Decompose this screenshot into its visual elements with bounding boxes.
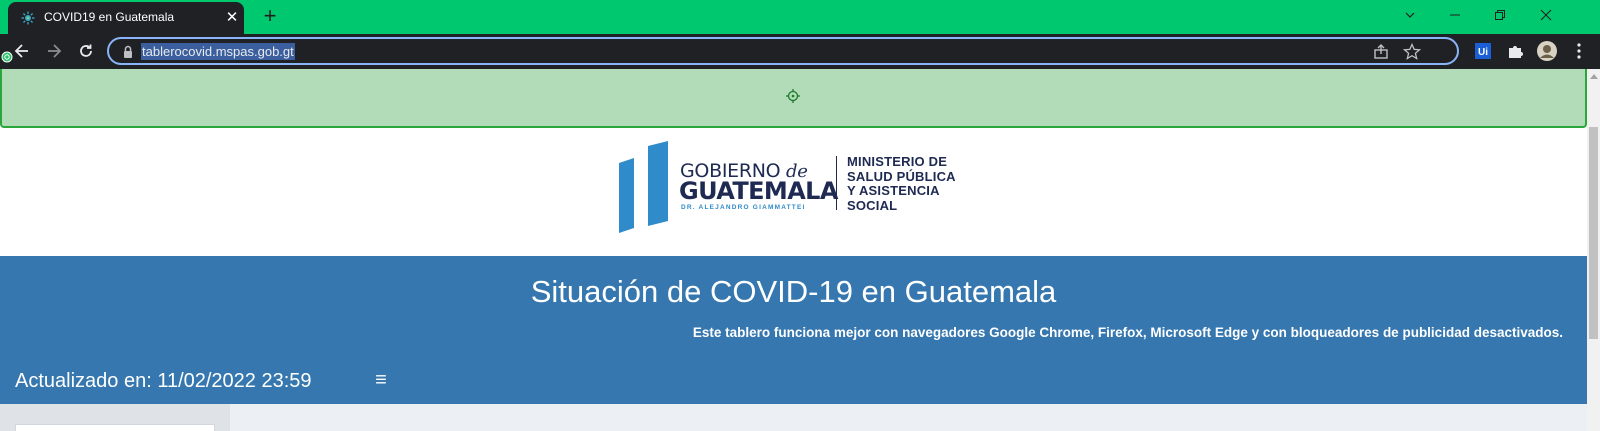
scroll-up-arrow-icon[interactable] (1590, 74, 1598, 79)
browser-toolbar: tablerocovid.mspas.gob.gt Ui (0, 34, 1600, 69)
ministry-line: MINISTERIO DE (847, 154, 948, 169)
logo-president-name: DR. ALEJANDRO GIAMMATTEI (681, 204, 806, 211)
last-updated-text: Actualizado en: 11/02/2022 23:59 (15, 370, 312, 392)
guatemala-flag-bars-icon (619, 141, 668, 233)
tab-search-button[interactable] (1396, 4, 1424, 28)
reload-icon (80, 44, 92, 57)
crosshair-icon[interactable] (786, 89, 800, 103)
reload-button[interactable] (73, 38, 99, 64)
ministry-name: MINISTERIO DE SALUD PÚBLICA Y ASISTENCIA… (847, 154, 956, 213)
dashboard-body (0, 404, 1587, 431)
tab-close-button[interactable]: ✕ (222, 8, 242, 28)
hamburger-menu-icon[interactable]: ≡ (372, 368, 390, 392)
address-bar[interactable]: tablerocovid.mspas.gob.gt (107, 37, 1459, 65)
puzzle-extensions-icon[interactable] (1504, 40, 1526, 62)
government-logo: GOBIERNO de GUATEMALA DR. ALEJANDRO GIAM… (0, 128, 1587, 256)
tab-title: COVID19 en Guatemala (44, 10, 175, 24)
dashboard-sidebar (0, 404, 230, 431)
restore-button[interactable] (1486, 4, 1514, 28)
svg-text:Ui: Ui (1478, 47, 1488, 58)
restore-icon (1495, 10, 1505, 20)
dashboard-header-banner: Situación de COVID-19 en Guatemala Este … (0, 256, 1587, 404)
share-icon[interactable] (1371, 42, 1391, 62)
kebab-menu-icon[interactable] (1568, 40, 1590, 62)
back-button[interactable] (9, 38, 35, 64)
new-tab-button[interactable]: + (258, 5, 282, 29)
minimize-icon (1450, 14, 1460, 16)
minimize-button[interactable] (1441, 4, 1469, 28)
star-icon[interactable] (1402, 42, 1422, 62)
ui-extension-icon[interactable]: Ui (1472, 40, 1494, 62)
chevron-down-icon (1405, 12, 1415, 18)
browser-tab-strip: COVID19 en Guatemala ✕ + (0, 0, 1600, 34)
url-text[interactable]: tablerocovid.mspas.gob.gt (141, 43, 295, 60)
logo-guatemala: GUATEMALA (679, 177, 838, 205)
sidebar-panel (15, 424, 215, 431)
ministry-line: Y ASISTENCIA (847, 183, 940, 199)
ministry-line: SALUD PÚBLICA (847, 168, 956, 184)
profile-avatar-icon[interactable] (1536, 40, 1558, 62)
lock-icon (121, 44, 135, 60)
virus-icon (21, 11, 35, 25)
back-arrow-icon (14, 44, 28, 58)
browser-tab-active[interactable]: COVID19 en Guatemala ✕ (8, 2, 244, 34)
forward-button[interactable] (41, 38, 67, 64)
close-window-button[interactable] (1532, 4, 1560, 28)
page-scrollbar[interactable] (1587, 69, 1600, 431)
web-page: GOBIERNO de GUATEMALA DR. ALEJANDRO GIAM… (0, 128, 1587, 431)
page-title: Situación de COVID-19 en Guatemala (530, 274, 1057, 309)
ministry-line: SOCIAL (847, 197, 898, 213)
logo-divider (836, 156, 837, 210)
forward-arrow-icon (48, 44, 62, 58)
overlay-target-bar (0, 69, 1587, 128)
scrollbar-thumb[interactable] (1589, 127, 1598, 339)
close-icon (1540, 9, 1552, 21)
browser-compatibility-note: Este tablero funciona mejor con navegado… (692, 325, 1563, 340)
